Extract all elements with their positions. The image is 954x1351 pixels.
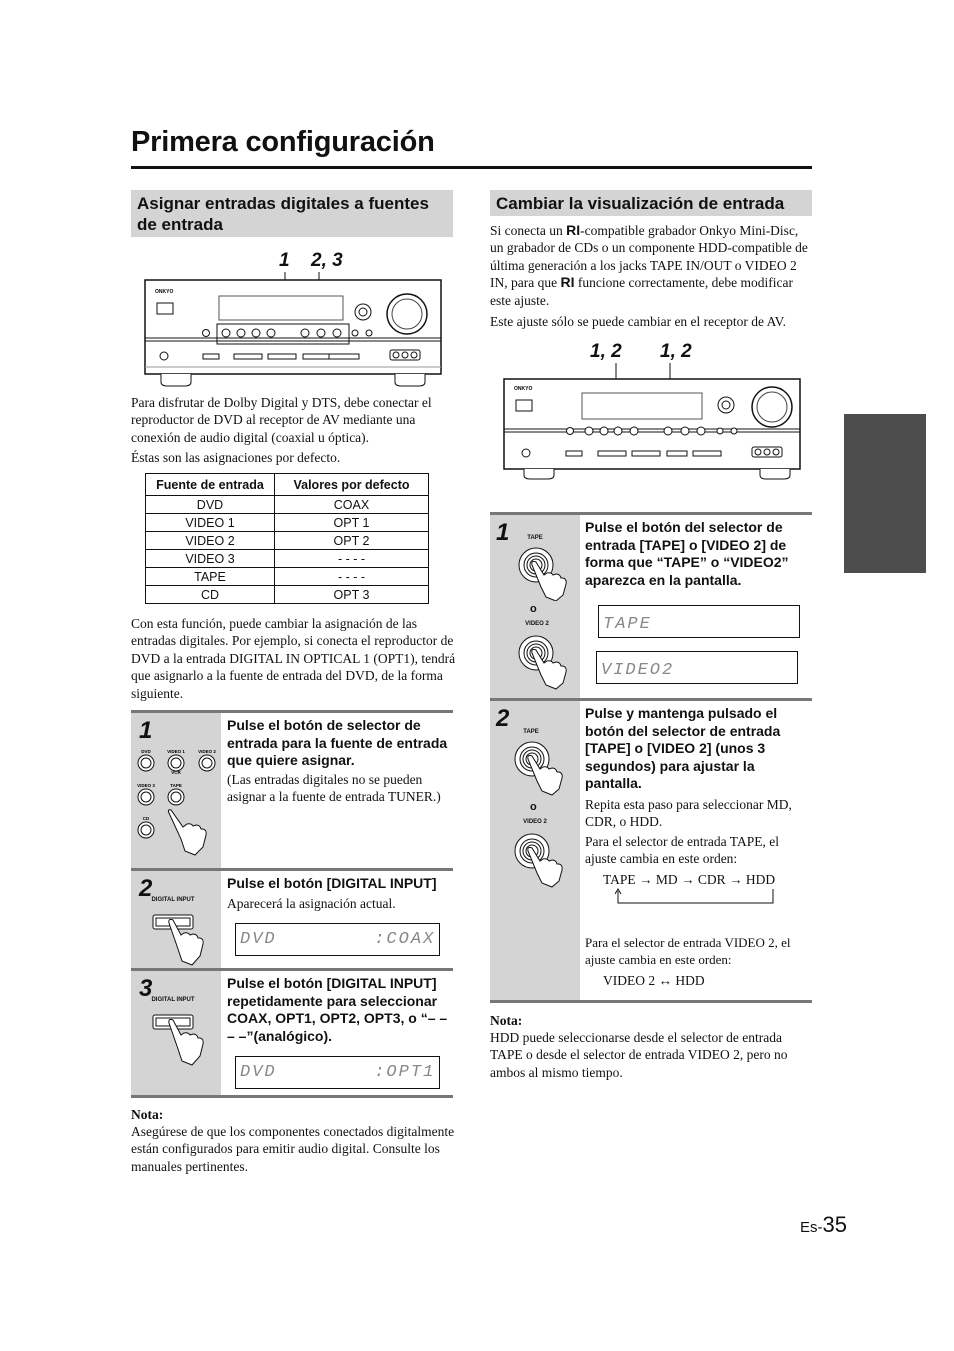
page-number-value: 35 (822, 1212, 847, 1237)
step-number: 2 (496, 705, 510, 732)
table-cell: - - - - (274, 567, 429, 586)
right-step-2: 2 TAPE o VIDEO 2 Pulse y mantenga pulsad… (490, 698, 812, 1003)
video2-button-label: VIDEO 2 (523, 819, 547, 825)
step-heading: Pulse y mantenga pulsado el botón del se… (585, 705, 781, 791)
column-header: Fuente de entrada (145, 473, 275, 496)
svg-text:TAPE: TAPE (170, 783, 182, 788)
default-assignments-table: Fuente de entrada Valores por defecto DV… (145, 473, 429, 604)
step-number: 1 (139, 717, 153, 744)
lcd-display-tape: TAPE (598, 605, 800, 638)
note-text-left: Asegúrese de que los componentes conecta… (131, 1124, 455, 1174)
page-number: Es-35 (800, 1212, 847, 1238)
step-text-tape-order: Para el selector de entrada TAPE, el aju… (585, 834, 779, 867)
receiver-figure-right: 1, 2 1, 2 ONKYO (490, 337, 810, 482)
note-text-right: HDD puede seleccionarse desde el selecto… (490, 1030, 788, 1080)
or-label: o (530, 603, 537, 615)
svg-text:ONKYO: ONKYO (155, 289, 173, 295)
step-text: Aparecerá la asignación actual. (227, 896, 396, 911)
intro-paragraph-left: Para disfrutar de Dolby Digital y DTS, d… (131, 395, 432, 445)
table-cell: DVD (145, 495, 275, 514)
tape-button-press-icon (518, 547, 567, 601)
left-step-3: 3 DIGITAL INPUT Pulse el botón [DIGITAL … (131, 968, 453, 1098)
example-paragraph: Con esta función, puede cambiar la asign… (131, 616, 456, 701)
video2-button-label: VIDEO 2 (525, 621, 549, 627)
step-text-repeat: Repita esta paso para seleccionar MD, CD… (585, 797, 792, 830)
tape-button-label: TAPE (523, 729, 539, 735)
brand-logo: ONKYO (514, 386, 532, 392)
title-rule (131, 166, 812, 169)
tape-button-press-icon (514, 741, 563, 796)
ri-logo-icon: RI (566, 222, 581, 238)
left-step-2: 2 DIGITAL INPUT Pulse el botón [DIGITAL … (131, 868, 453, 971)
loop-arrow-icon (615, 888, 774, 904)
digital-input-button-icon (152, 914, 204, 966)
digital-input-button-icon (152, 1014, 204, 1066)
step-text: (Las entradas digitales no se pueden asi… (227, 772, 441, 805)
table-cell: TAPE (145, 567, 275, 586)
intro-paragraph-right: Si conecta un RI-compatible grabador Onk… (490, 222, 815, 309)
table-row: VIDEO 1 OPT 1 (145, 513, 429, 532)
svg-text:CD: CD (143, 816, 150, 821)
table-header-row: Fuente de entrada Valores por defecto (145, 473, 429, 496)
step-text-video2-order: Para el selector de entrada VIDEO 2, el … (585, 935, 791, 968)
chapter-side-tab (844, 414, 926, 573)
digital-input-label: DIGITAL INPUT (151, 897, 195, 903)
tape-button-label: TAPE (527, 535, 543, 541)
av-receiver-illustration: ONKYO (144, 272, 442, 387)
table-cell: COAX (274, 495, 429, 514)
table-cell: VIDEO 1 (145, 513, 275, 532)
step-heading: Pulse el botón [DIGITAL INPUT] (227, 875, 437, 891)
intro-text-a: Si conecta un (490, 223, 567, 238)
table-cell: VIDEO 3 (145, 549, 275, 568)
intro2-right: Este ajuste sólo se puede cambiar en el … (490, 314, 787, 329)
defaults-caption: Éstas son las asignaciones por defecto. (131, 450, 341, 465)
note-title-right: Nota: (490, 1013, 523, 1028)
step-heading: Pulse el botón [DIGITAL INPUT] repetidam… (227, 975, 448, 1044)
svg-text:VIDEO 3: VIDEO 3 (137, 783, 155, 788)
left-step-1: 1 DVD VIDEO 1 VIDEO 2 VCR VIDEO 3 TAPE C… (131, 710, 453, 871)
figure-label-1-2: 1, 2 (590, 341, 622, 362)
table-cell: - - - - (274, 549, 429, 568)
table-row: VIDEO 3- - - - (145, 549, 429, 568)
ri-logo-icon: RI (560, 274, 575, 291)
table-cell: CD (145, 585, 275, 604)
receiver-figure-left: 1 2, 3 ONKYO (131, 250, 451, 390)
button-label-dvd: DVD (141, 749, 151, 754)
av-receiver-illustration: ONKYO (503, 363, 801, 480)
tape-sequence: TAPE → MD → CDR → HDD (603, 872, 776, 887)
lcd-display-coax: DVD :COAX (235, 923, 440, 956)
svg-text:VIDEO 1: VIDEO 1 (167, 749, 185, 754)
table-cell: OPT 1 (274, 513, 429, 532)
input-selector-buttons-icon: DVD VIDEO 1 VIDEO 2 VCR VIDEO 3 TAPE CD (137, 749, 216, 856)
lcd-display-opt1: DVD :OPT1 (235, 1056, 440, 1089)
note-title-left: Nota: (131, 1107, 164, 1122)
lcd-display-video2: VIDEO2 (596, 651, 798, 684)
video2-button-press-icon (518, 635, 567, 690)
step-heading: Pulse el botón de selector de entrada pa… (227, 717, 448, 768)
figure-label-2-3: 2, 3 (311, 250, 343, 271)
video2-button-press-icon (514, 833, 563, 888)
svg-text:VIDEO 2: VIDEO 2 (198, 749, 216, 754)
figure-label-1-2: 1, 2 (660, 341, 692, 362)
table-cell: OPT 2 (274, 531, 429, 550)
right-step-1: 1 TAPE o VIDEO 2 Pulse el botón del sele… (490, 512, 812, 701)
table-cell: VIDEO 2 (145, 531, 275, 550)
column-header: Valores por defecto (274, 473, 429, 496)
digital-input-label: DIGITAL INPUT (151, 997, 195, 1003)
table-cell: OPT 3 (274, 585, 429, 604)
section-heading-assign-digital: Asignar entradas digitales a fuentes de … (131, 190, 453, 237)
or-label: o (530, 801, 537, 813)
video2-sequence: VIDEO 2 ↔ HDD (603, 973, 705, 988)
figure-label-1: 1 (279, 250, 290, 271)
page-title: Primera configuración (131, 126, 435, 158)
table-row: TAPE - - - - (145, 567, 429, 586)
page-prefix: Es- (800, 1219, 823, 1236)
table-row: DVD COAX (145, 495, 429, 514)
table-row: CD OPT 3 (145, 585, 429, 604)
step-heading: Pulse el botón del selector de entrada [… (585, 519, 789, 588)
table-row: VIDEO 2 OPT 2 (145, 531, 429, 550)
section-heading-change-display: Cambiar la visualización de entrada (490, 190, 812, 216)
step-number: 1 (496, 519, 510, 546)
